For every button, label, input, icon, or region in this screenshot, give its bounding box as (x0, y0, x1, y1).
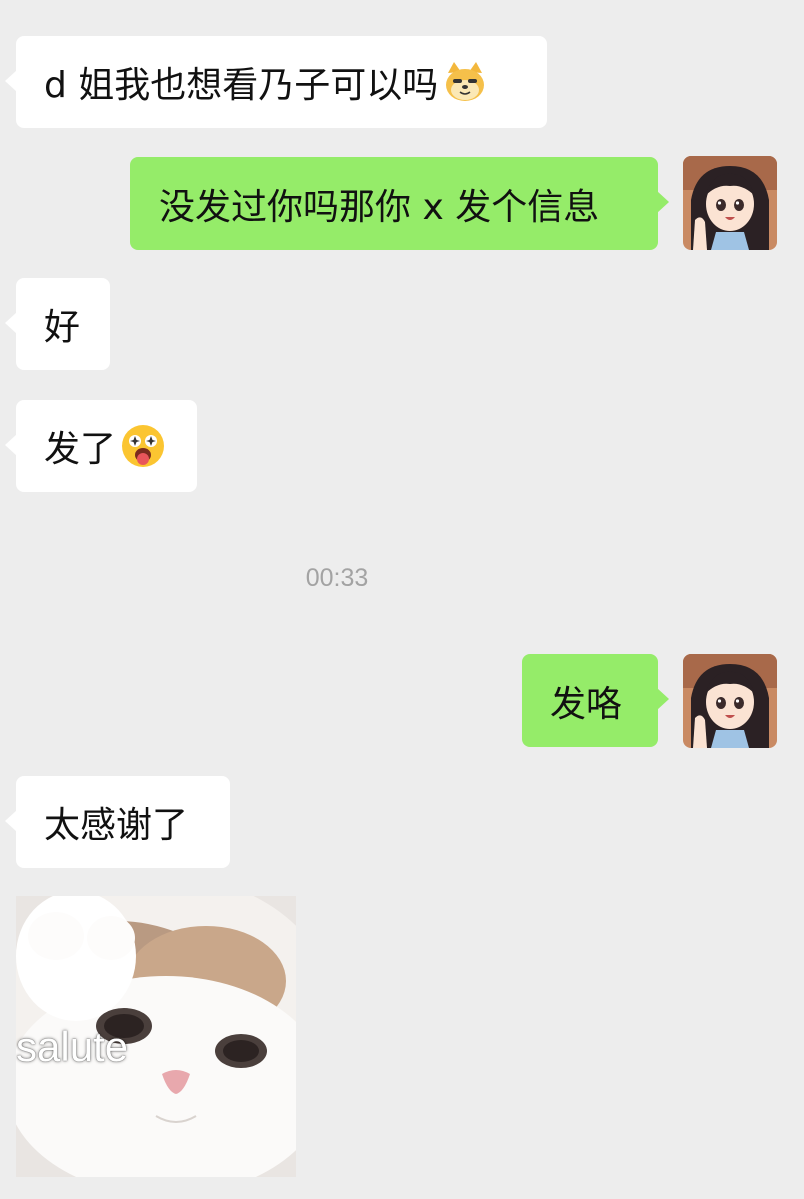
message-text: 没发过你吗那你 x 发个信息 (159, 186, 600, 228)
message-text: 发咯 (550, 683, 623, 725)
doge-cat-emoji (446, 62, 485, 101)
incoming-message-bubble[interactable]: 发了 (5, 400, 197, 492)
cat-salute-sticker[interactable]: salute (16, 896, 296, 1177)
anime-girl-avatar-icon (683, 654, 777, 748)
outgoing-message-bubble[interactable]: 发咯 (522, 654, 669, 747)
my-avatar[interactable] (683, 156, 777, 250)
anime-girl-avatar-icon (683, 156, 777, 250)
incoming-message-bubble[interactable]: d 姐我也想看乃子可以吗 (5, 36, 547, 128)
incoming-message-bubble[interactable]: 好 (5, 278, 110, 370)
starstruck-tongue-emoji (122, 425, 165, 467)
outgoing-message-bubble[interactable]: 没发过你吗那你 x 发个信息 (130, 157, 669, 250)
message-text: 发了 (44, 429, 117, 470)
my-avatar[interactable] (683, 654, 777, 748)
message-text: d 姐我也想看乃子可以吗 (44, 65, 439, 106)
message-text: 好 (44, 307, 81, 348)
incoming-message-bubble[interactable]: 太感谢了 (5, 776, 230, 868)
message-timestamp: 00:33 (305, 564, 369, 592)
message-text: 太感谢了 (44, 805, 189, 846)
sticker-caption: salute (16, 1023, 129, 1070)
